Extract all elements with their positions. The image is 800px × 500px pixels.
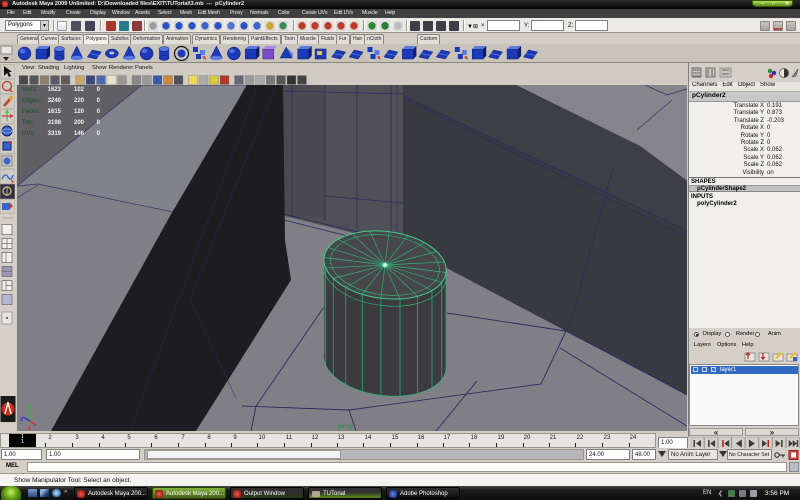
- svg-text:z: z: [20, 417, 23, 423]
- svg-text:UVs:: UVs:: [22, 131, 35, 137]
- svg-text:Faces:: Faces:: [22, 109, 40, 115]
- svg-text:220: 220: [74, 98, 85, 104]
- svg-text:Tris:: Tris:: [22, 120, 34, 126]
- svg-text:1615: 1615: [48, 109, 62, 115]
- svg-text:3198: 3198: [48, 120, 62, 126]
- svg-text:Edges:: Edges:: [22, 98, 41, 104]
- svg-text:Y: Y: [27, 405, 32, 412]
- svg-text:1623: 1623: [48, 87, 62, 93]
- svg-text:200: 200: [74, 120, 85, 126]
- svg-text:102: 102: [74, 87, 85, 93]
- svg-text:3319: 3319: [48, 131, 62, 137]
- svg-text:120: 120: [74, 109, 85, 115]
- svg-text:Verts:: Verts:: [22, 87, 38, 93]
- svg-text:146: 146: [74, 131, 85, 137]
- svg-text:3240: 3240: [48, 98, 62, 104]
- svg-text:persp: persp: [338, 424, 354, 430]
